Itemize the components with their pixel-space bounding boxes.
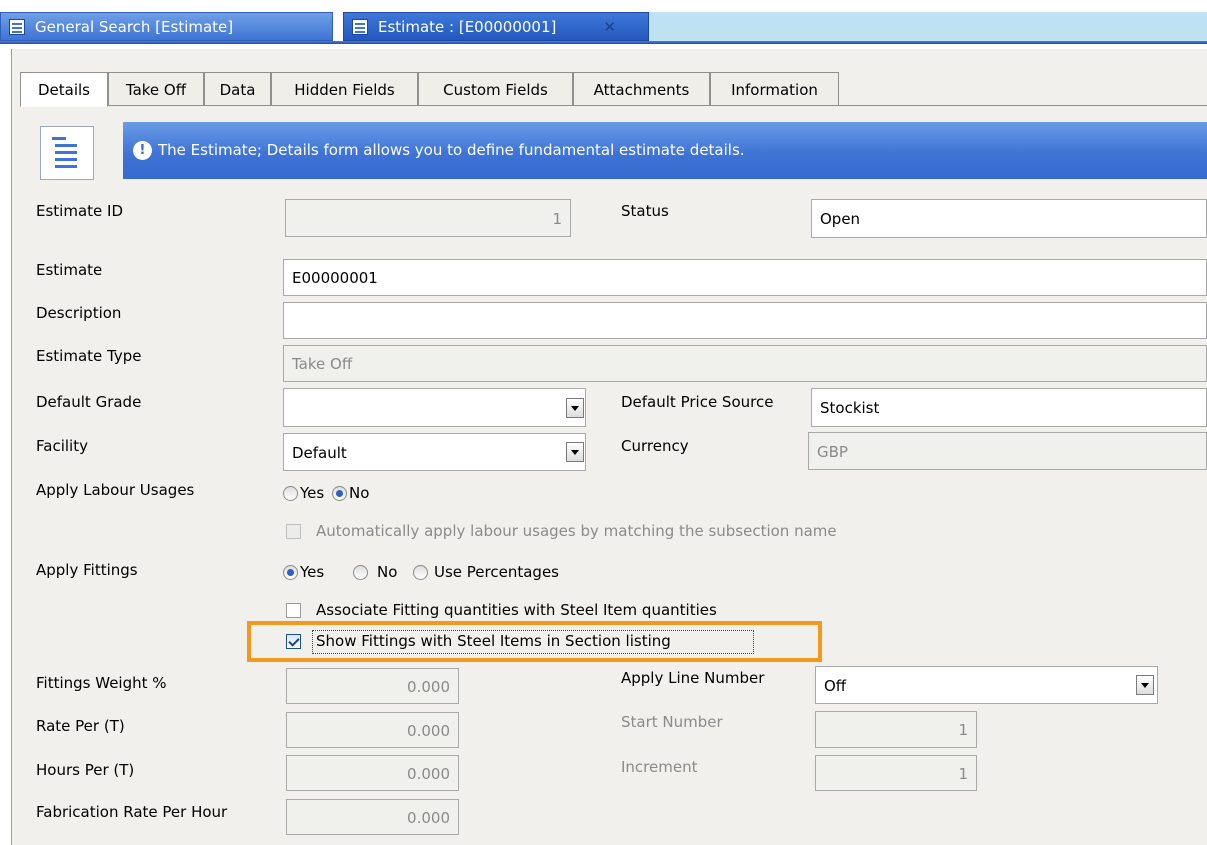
status-label: Status — [621, 202, 669, 220]
default-price-source-field[interactable]: Stockist — [811, 388, 1207, 427]
fittings-weight-label: Fittings Weight % — [36, 674, 167, 692]
associate-fittings-checkbox[interactable] — [286, 603, 301, 618]
start-number-field[interactable]: 1 — [815, 711, 977, 748]
form-icon — [9, 19, 25, 35]
auto-labour-checkbox[interactable] — [286, 524, 301, 539]
fittings-percentages-label: Use Percentages — [434, 563, 559, 581]
info-banner: ! The Estimate; Details form allows you … — [123, 122, 1207, 179]
tab-custom-fields[interactable]: Custom Fields — [418, 72, 573, 106]
facility-select[interactable]: Default — [283, 433, 586, 471]
tab-details[interactable]: Details — [20, 72, 108, 107]
facility-label: Facility — [36, 437, 88, 455]
estimate-id-field[interactable]: 1 — [285, 199, 571, 237]
doc-tab-label: General Search [Estimate] — [35, 18, 234, 36]
labour-no-radio[interactable] — [332, 486, 347, 501]
labour-yes-label: Yes — [300, 484, 325, 502]
fittings-yes-label: Yes — [300, 563, 325, 581]
estimate-field[interactable]: E00000001 — [283, 259, 1207, 296]
close-icon[interactable]: ✕ — [603, 13, 616, 42]
increment-field[interactable]: 1 — [815, 755, 977, 791]
estimate-label: Estimate — [36, 261, 103, 279]
estimate-id-label: Estimate ID — [36, 202, 123, 220]
tab-hidden-fields[interactable]: Hidden Fields — [271, 72, 418, 106]
tab-take-off[interactable]: Take Off — [108, 72, 204, 106]
tab-data[interactable]: Data — [204, 72, 271, 106]
highlight-box — [247, 621, 822, 662]
associate-fittings-text: Associate Fitting quantities with Steel … — [316, 601, 717, 619]
estimate-type-field[interactable]: Take Off — [283, 345, 1207, 382]
form-icon — [352, 19, 368, 35]
default-grade-label: Default Grade — [36, 393, 142, 411]
estimate-type-label: Estimate Type — [36, 347, 142, 365]
info-icon: ! — [133, 141, 152, 160]
fittings-yes-radio[interactable] — [283, 565, 298, 580]
fittings-no-radio[interactable] — [353, 565, 368, 580]
details-form-icon — [40, 126, 94, 180]
fabrication-rate-field[interactable]: 0.000 — [286, 799, 459, 835]
doc-tab-general-search[interactable]: General Search [Estimate] — [0, 12, 333, 41]
currency-label: Currency — [621, 437, 689, 455]
fittings-percentages-radio[interactable] — [413, 565, 428, 580]
currency-field[interactable]: GBP — [808, 432, 1207, 470]
doc-tab-estimate[interactable]: Estimate : [E00000001] ✕ — [343, 12, 649, 41]
labour-yes-radio[interactable] — [283, 486, 298, 501]
hours-per-label: Hours Per (T) — [36, 761, 135, 779]
status-field[interactable]: Open — [811, 199, 1207, 238]
fabrication-rate-label: Fabrication Rate Per Hour — [36, 803, 228, 821]
chevron-down-icon[interactable] — [566, 442, 584, 462]
apply-line-number-label: Apply Line Number — [621, 669, 765, 687]
description-field[interactable] — [283, 302, 1207, 339]
start-number-label: Start Number — [621, 713, 723, 731]
fittings-no-label: No — [377, 563, 398, 581]
info-banner-text: The Estimate; Details form allows you to… — [158, 141, 745, 159]
document-tab-strip: General Search [Estimate] Estimate : [E0… — [0, 0, 1207, 49]
default-price-source-label: Default Price Source — [621, 393, 774, 411]
increment-label: Increment — [621, 758, 698, 776]
tab-strip-background — [649, 12, 1207, 41]
hours-per-field[interactable]: 0.000 — [286, 755, 459, 791]
apply-labour-label: Apply Labour Usages — [36, 481, 195, 499]
auto-labour-text: Automatically apply labour usages by mat… — [316, 522, 837, 540]
doc-tab-label: Estimate : [E00000001] — [378, 18, 557, 36]
apply-line-number-select[interactable]: Off — [815, 666, 1158, 704]
tab-attachments[interactable]: Attachments — [573, 72, 710, 106]
labour-no-label: No — [349, 484, 370, 502]
fittings-weight-field[interactable]: 0.000 — [286, 668, 459, 704]
apply-fittings-label: Apply Fittings — [36, 561, 138, 579]
description-label: Description — [36, 304, 122, 322]
rate-per-field[interactable]: 0.000 — [286, 712, 459, 748]
chevron-down-icon[interactable] — [1136, 675, 1154, 695]
rate-per-label: Rate Per (T) — [36, 717, 125, 735]
chevron-down-icon[interactable] — [566, 398, 584, 418]
tab-strip-divider — [0, 41, 1207, 44]
default-grade-select[interactable] — [283, 388, 586, 427]
tab-information[interactable]: Information — [710, 72, 839, 106]
